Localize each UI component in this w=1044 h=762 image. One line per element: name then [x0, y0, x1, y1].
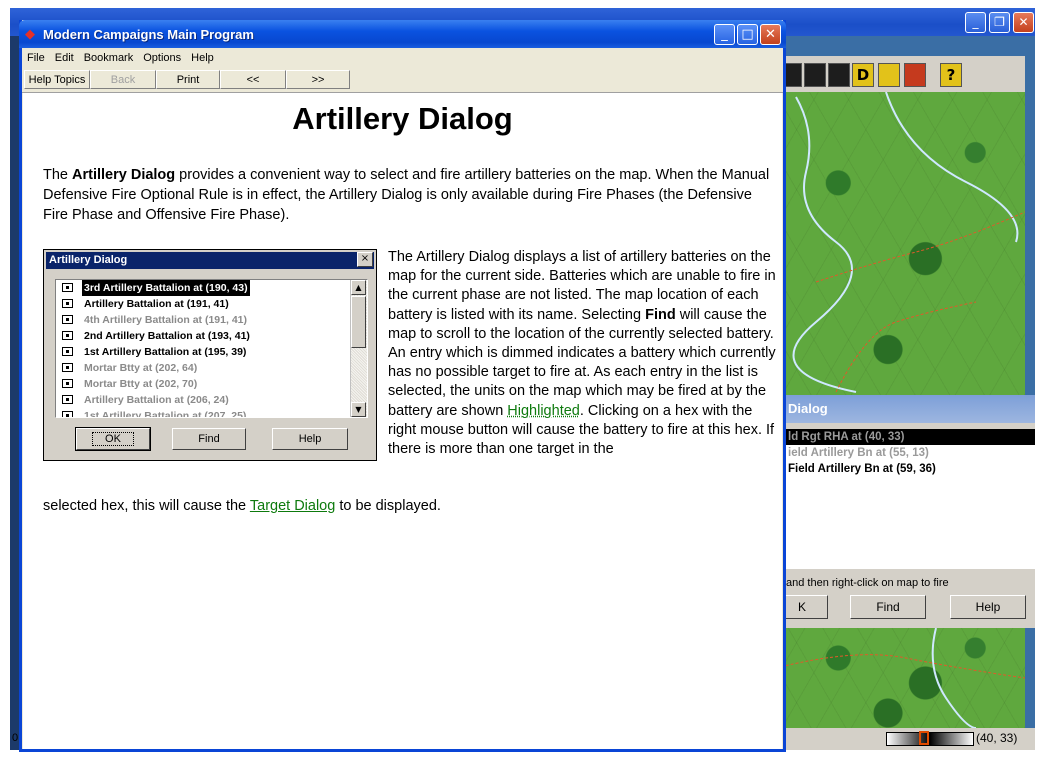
list-item[interactable]: Mortar Btty at (202, 70) — [56, 376, 367, 392]
list-item[interactable]: 3rd Artillery Battalion at (190, 43) — [56, 280, 367, 296]
highlighted-link[interactable]: Highlighted — [507, 403, 580, 419]
status-coordinate: (40, 33) — [976, 731, 1018, 745]
list-item-label: Artillery Battalion at (191, 41) — [84, 298, 229, 310]
help-minimize-button[interactable]: _ — [714, 24, 735, 45]
close-button[interactable]: ✕ — [1013, 12, 1034, 33]
list-item-label: 1st Artillery Battalion at (207, 25) — [84, 410, 247, 418]
list-item-label: 3rd Artillery Battalion at (190, 43) — [82, 280, 250, 296]
ok-button-label: OK — [92, 432, 134, 446]
tail-part2: to be displayed. — [335, 498, 441, 514]
list-item[interactable]: 4th Artillery Battalion at (191, 41) — [56, 312, 367, 328]
menu-edit[interactable]: Edit — [50, 48, 79, 68]
back-button[interactable]: Back — [90, 70, 156, 89]
background-battery-list[interactable]: ld Rgt RHA at (40, 33) ield Artillery Bn… — [776, 429, 1035, 569]
battery-icon — [62, 347, 73, 356]
tail-part1: selected hex, this will cause the — [43, 498, 250, 514]
restore-button[interactable]: ❐ — [989, 12, 1010, 33]
help-window-title: Modern Campaigns Main Program — [43, 27, 254, 42]
game-toolbar: D ? — [776, 56, 1025, 93]
battery-icon — [62, 315, 73, 324]
help-topics-button[interactable]: Help Topics — [24, 70, 90, 89]
background-dialog-title: Dialog — [776, 395, 1035, 423]
battery-icon — [62, 395, 73, 404]
find-button[interactable]: Find — [172, 428, 246, 450]
help-window: ◆ Modern Campaigns Main Program _ □ ✕ Fi… — [19, 20, 786, 752]
list-scrollbar[interactable]: ▲ ▼ — [350, 280, 367, 417]
list-item[interactable]: ield Artillery Bn at (55, 13) — [776, 445, 1035, 461]
map-overlay — [792, 92, 1025, 393]
background-find-button[interactable]: Find — [850, 595, 926, 619]
minimize-button[interactable]: _ — [965, 12, 986, 33]
print-button[interactable]: Print — [156, 70, 220, 89]
list-item-label: Artillery Battalion at (206, 24) — [84, 394, 229, 406]
zoom-marker[interactable] — [919, 731, 929, 745]
help-button[interactable]: Help — [272, 428, 348, 450]
status-bar: (40, 33) — [776, 728, 1035, 750]
menu-bar: File Edit Bookmark Options Help — [22, 48, 783, 68]
body-paragraph: The Artillery Dialog displays a list of … — [388, 248, 778, 459]
scroll-thumb[interactable] — [351, 296, 366, 348]
browse-forward-button[interactable]: >> — [286, 70, 350, 89]
list-item-label: Mortar Btty at (202, 70) — [84, 378, 198, 390]
target-icon[interactable] — [828, 63, 850, 87]
help-close-button[interactable]: ✕ — [760, 24, 781, 45]
battery-icon — [62, 299, 73, 308]
battery-icon — [62, 379, 73, 388]
flag-icon[interactable] — [904, 63, 926, 87]
help-icon[interactable]: ? — [940, 63, 962, 87]
help-content: Artillery Dialog The Artillery Dialog pr… — [23, 93, 782, 749]
menu-options[interactable]: Options — [138, 48, 186, 68]
menu-help[interactable]: Help — [186, 48, 219, 68]
battery-icon — [62, 331, 73, 340]
list-item-label: 2nd Artillery Battalion at (193, 41) — [84, 330, 250, 342]
intro-prefix: The — [43, 167, 73, 183]
menu-file[interactable]: File — [22, 48, 50, 68]
list-item-label: 4th Artillery Battalion at (191, 41) — [84, 314, 247, 326]
pause-icon[interactable] — [878, 63, 900, 87]
scroll-up-icon[interactable]: ▲ — [351, 280, 366, 295]
help-toolbar: Help Topics Back Print << >> — [22, 68, 783, 93]
zoom-slider[interactable] — [886, 731, 974, 746]
target-dialog-link[interactable]: Target Dialog — [250, 498, 335, 514]
list-item[interactable]: 1st Artillery Battalion at (207, 25) — [56, 408, 367, 418]
body-paragraph-tail: selected hex, this will cause the Target… — [43, 497, 773, 516]
battery-icon — [62, 363, 73, 372]
battery-list[interactable]: 3rd Artillery Battalion at (190, 43) Art… — [55, 279, 368, 418]
scroll-down-icon[interactable]: ▼ — [351, 402, 366, 417]
list-item[interactable]: ld Rgt RHA at (40, 33) — [776, 429, 1035, 445]
browse-back-button[interactable]: << — [220, 70, 286, 89]
mini-map-overlay — [776, 628, 1025, 728]
list-item[interactable]: Field Artillery Bn at (59, 36) — [776, 461, 1035, 477]
help-titlebar: ◆ Modern Campaigns Main Program _ □ ✕ — [19, 20, 786, 48]
ok-button[interactable]: OK — [75, 427, 151, 451]
help-book-icon: ◆ — [25, 26, 35, 41]
embedded-artillery-dialog: Artillery Dialog × 3rd Artillery Battali… — [43, 249, 377, 461]
list-item[interactable]: Artillery Battalion at (206, 24) — [56, 392, 367, 408]
status-left-text: 0 — [12, 732, 19, 744]
intro-paragraph: The Artillery Dialog provides a convenie… — [43, 165, 773, 225]
body-find: Find — [645, 306, 676, 323]
intro-bold: Artillery Dialog — [72, 167, 176, 183]
mini-map[interactable] — [776, 628, 1025, 728]
background-help-button[interactable]: Help — [950, 595, 1026, 619]
binoculars-icon[interactable] — [804, 63, 826, 87]
list-item-label: Mortar Btty at (202, 64) — [84, 362, 198, 374]
embedded-dialog-title: Artillery Dialog — [46, 252, 374, 269]
list-item[interactable]: 1st Artillery Battalion at (195, 39) — [56, 344, 367, 360]
list-item[interactable]: Artillery Battalion at (191, 41) — [56, 296, 367, 312]
battery-icon — [62, 283, 73, 292]
hex-map[interactable] — [776, 92, 1025, 395]
help-maximize-button[interactable]: □ — [737, 24, 758, 45]
embedded-close-icon[interactable]: × — [357, 252, 373, 267]
background-artillery-dialog: Dialog ld Rgt RHA at (40, 33) ield Artil… — [776, 395, 1035, 628]
background-hint-text: and then right-click on map to fire — [786, 577, 949, 589]
list-item[interactable]: Mortar Btty at (202, 64) — [56, 360, 367, 376]
menu-bookmark[interactable]: Bookmark — [79, 48, 139, 68]
d-icon[interactable]: D — [852, 63, 874, 87]
list-item[interactable]: 2nd Artillery Battalion at (193, 41) — [56, 328, 367, 344]
page-title: Artillery Dialog — [292, 101, 513, 136]
list-item-label: 1st Artillery Battalion at (195, 39) — [84, 346, 247, 358]
battery-icon — [62, 411, 73, 417]
